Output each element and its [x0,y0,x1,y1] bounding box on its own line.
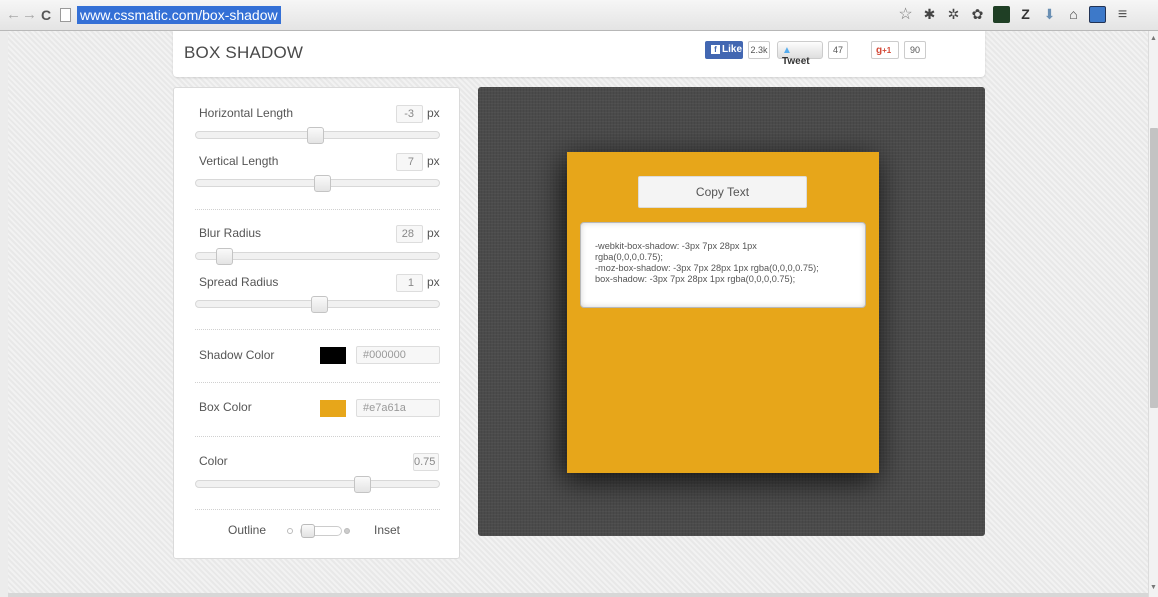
code-line: -moz-box-shadow: -3px 7px 28px 1px rgba(… [595,263,819,273]
horizontal-scrollbar[interactable] [8,593,1148,597]
extension-3-icon[interactable]: ✿ [969,6,986,23]
extension-7-icon[interactable]: ⌂ [1065,6,1082,23]
extension-8-icon[interactable] [1089,6,1106,23]
scrollbar-thumb[interactable] [1150,128,1158,408]
gplus-count: 90 [904,41,926,59]
tweet-label: Tweet [782,56,810,67]
address-bar[interactable]: www.cssmatic.com/box-shadow [77,6,281,24]
slider-handle[interactable] [307,127,324,144]
browser-toolbar: ← → C www.cssmatic.com/box-shadow ☆ ✱ ✲ … [0,0,1158,31]
divider [195,209,440,210]
copy-text-button[interactable]: Copy Text [638,176,807,208]
page-icon [60,8,71,22]
preview-box: Copy Text -webkit-box-shadow: -3px 7px 2… [567,152,879,473]
extension-4-icon[interactable] [993,6,1010,23]
toggle-knob[interactable] [301,524,315,538]
divider [195,382,440,383]
box-color-swatch[interactable] [320,400,346,417]
spread-unit: px [427,275,440,289]
box-color-label: Box Color [199,400,252,414]
vertical-unit: px [427,154,440,168]
horizontal-length-slider[interactable] [195,127,440,144]
gplus-label: +1 [882,46,892,55]
color-opacity-input[interactable]: 0.75 [413,453,439,471]
spread-radius-slider[interactable] [195,296,440,313]
spread-radius-input[interactable]: 1 [396,274,423,292]
like-count: 2.3k [748,41,770,59]
code-line: -webkit-box-shadow: -3px 7px 28px 1px [595,241,757,251]
tweet-button[interactable]: ▲ Tweet [777,41,823,67]
box-color-input[interactable]: #e7a61a [356,399,440,417]
star-bookmark-icon[interactable]: ☆ [897,6,914,23]
google-plus-button[interactable]: g+1 [871,41,899,59]
menu-icon[interactable]: ≡ [1114,6,1131,23]
slider-handle[interactable] [311,296,328,313]
vertical-scrollbar[interactable]: ▲ ▼ [1148,31,1158,597]
like-label: Like [722,44,743,55]
extension-6-icon[interactable]: ⬇ [1041,6,1058,23]
page-title: BOX SHADOW [184,43,304,62]
css-code-output[interactable]: -webkit-box-shadow: -3px 7px 28px 1px rg… [580,222,866,308]
color-opacity-slider[interactable] [195,476,440,493]
inset-radio[interactable] [344,528,350,534]
blur-radius-input[interactable]: 28 [396,225,423,243]
inset-label: Inset [374,523,401,537]
code-line: rgba(0,0,0,0.75); [595,252,663,262]
divider [195,436,440,437]
scroll-down-icon[interactable]: ▼ [1150,584,1157,591]
reload-icon[interactable]: C [41,7,51,23]
scroll-up-icon[interactable]: ▲ [1150,35,1157,42]
controls-panel: Horizontal Length -3 px Vertical Length … [173,87,460,559]
shadow-color-swatch[interactable] [320,347,346,364]
divider [195,509,440,510]
extension-1-icon[interactable]: ✱ [921,6,938,23]
code-line: box-shadow: -3px 7px 28px 1px rgba(0,0,0… [595,274,796,284]
shadow-color-input[interactable]: #000000 [356,346,440,364]
divider [195,329,440,330]
back-arrow-icon[interactable]: ← [6,7,21,23]
horizontal-unit: px [427,106,440,120]
outline-radio[interactable] [287,528,293,534]
extension-z-icon[interactable]: Z [1017,6,1034,23]
slider-handle[interactable] [314,175,331,192]
twitter-bird-icon: ▲ [782,45,792,56]
facebook-like-button[interactable]: f Like [705,41,743,59]
slider-handle[interactable] [354,476,371,493]
horizontal-length-input[interactable]: -3 [396,105,423,123]
outline-inset-toggle[interactable] [300,524,342,538]
blur-radius-label: Blur Radius [199,226,262,240]
extension-2-icon[interactable]: ✲ [945,6,962,23]
page-header: BOX SHADOW f Like 2.3k ▲ Tweet 47 g+1 90 [173,31,985,77]
vertical-length-slider[interactable] [195,175,440,192]
spread-radius-label: Spread Radius [199,275,279,289]
color-opacity-label: Color [199,454,228,468]
forward-arrow-icon[interactable]: → [22,7,37,23]
tweet-count: 47 [828,41,848,59]
blur-radius-slider[interactable] [195,248,440,265]
horizontal-length-label: Horizontal Length [199,106,294,120]
blur-unit: px [427,226,440,240]
shadow-color-label: Shadow Color [199,348,275,362]
vertical-length-input[interactable]: 7 [396,153,423,171]
vertical-length-label: Vertical Length [199,154,279,168]
preview-canvas: Copy Text -webkit-box-shadow: -3px 7px 2… [478,87,985,536]
facebook-f-icon: f [711,45,720,54]
slider-handle[interactable] [216,248,233,265]
outline-label: Outline [228,523,267,537]
